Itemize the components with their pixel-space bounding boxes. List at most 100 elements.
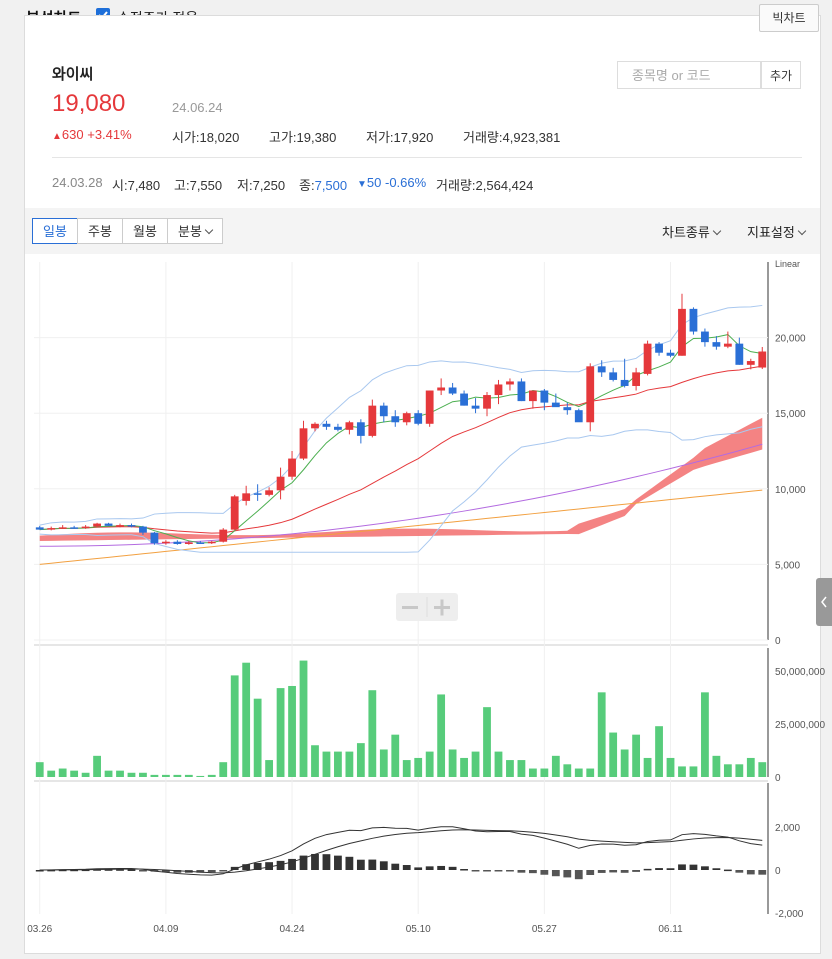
candle-body (242, 493, 251, 501)
volume-bar (35, 762, 44, 777)
zoom-out-icon[interactable] (402, 606, 418, 609)
volume-bar (104, 770, 113, 777)
candle-body (723, 343, 732, 347)
volume-bar (379, 749, 388, 777)
macd-histogram-bar (448, 866, 457, 870)
macd-histogram-bar (437, 865, 446, 870)
volume-bar (425, 751, 434, 777)
volume-bar (678, 766, 686, 777)
volume-bar (402, 760, 411, 777)
volume-bar (540, 768, 549, 777)
zoom-icons (402, 597, 450, 617)
candle-body (712, 342, 721, 347)
candle-body (551, 402, 560, 408)
macd-histogram-bar (517, 870, 526, 873)
macd-histogram-bar (655, 868, 663, 870)
candle-body (540, 390, 549, 403)
macd-histogram-bar (632, 870, 641, 872)
candle-body (139, 526, 147, 533)
volume-bar (322, 751, 331, 777)
candle-body (632, 372, 641, 386)
price-tick-label: 0 (775, 636, 781, 647)
volume-bar (483, 707, 491, 777)
price-tick-label: 10,000 (775, 485, 806, 496)
candle-body (58, 527, 67, 529)
macd-histogram-bar (334, 855, 342, 870)
volume-bar (597, 692, 606, 777)
volume-bar (288, 685, 296, 777)
candle-body (506, 381, 514, 385)
macd-histogram-bar (460, 869, 468, 871)
candle-body (597, 366, 606, 373)
candle-body (609, 372, 618, 380)
macd-histogram-bar (551, 870, 560, 877)
candle-body (219, 529, 228, 542)
candle-body (586, 366, 595, 423)
volume-bar (150, 774, 159, 777)
macd-histogram-bar (483, 870, 491, 872)
volume-bar (311, 745, 319, 777)
macd-histogram-bar (735, 870, 744, 873)
candle-body (666, 352, 675, 356)
candle-body (93, 523, 101, 527)
candle-body (299, 428, 308, 459)
price-tick-label: 5,000 (775, 560, 800, 571)
macd-histogram-bar (494, 870, 503, 872)
volume-bar (448, 749, 457, 777)
x-tick-label: 04.09 (153, 924, 178, 935)
macd-histogram-bar (597, 870, 606, 873)
volume-bar (620, 749, 629, 777)
candle-body (253, 493, 262, 495)
volume-bar (127, 772, 136, 777)
candle-body (758, 351, 767, 368)
candle-body (746, 361, 755, 365)
volume-bar (460, 757, 468, 777)
candle-body (196, 542, 205, 544)
macd-histogram-bar (723, 869, 732, 872)
stock-chart[interactable]: 03.26 04.09 04.24 05.10 05.27 06.11 20,000 15,0… (0, 0, 832, 959)
candle-body (379, 405, 388, 417)
candle-body (207, 541, 216, 544)
macd-histogram-bar (379, 861, 388, 870)
candle-body (161, 541, 170, 544)
candle-body (517, 381, 526, 402)
macd-histogram-bar (311, 853, 319, 870)
candle-body (311, 423, 319, 429)
candle-body (368, 405, 377, 436)
volume-bar (437, 694, 446, 777)
volume-bar (528, 768, 537, 777)
volume-bar (574, 768, 583, 777)
x-tick-label: 03.26 (27, 924, 52, 935)
x-tick-label: 04.24 (280, 924, 305, 935)
macd-histogram-bar (219, 870, 228, 872)
volume-bar (58, 768, 67, 777)
volume-bar (161, 774, 170, 777)
volume-bar (666, 757, 675, 777)
macd-histogram-bar (356, 859, 365, 870)
side-panel-handle[interactable] (816, 578, 832, 626)
candle-body (334, 426, 342, 430)
candle-body (173, 541, 182, 544)
macd-histogram-bar (563, 870, 572, 878)
candle-body (414, 413, 423, 424)
candle-body (230, 496, 239, 530)
volume-bar (196, 775, 205, 777)
volume-bar (494, 751, 503, 777)
volume-tick-label: 0 (775, 773, 781, 784)
plot-area (34, 262, 768, 914)
candle-body (47, 528, 56, 530)
macd-histogram-bar (139, 870, 147, 872)
volume-bar (551, 755, 560, 777)
volume-bar (735, 764, 744, 777)
candle-body (116, 525, 124, 527)
candle-body (81, 526, 90, 529)
candle-body (678, 308, 686, 356)
candle-body (402, 413, 411, 423)
volume-bar (265, 760, 274, 777)
volume-bar (655, 726, 663, 777)
volume-bar (563, 764, 572, 777)
macd-histogram-bar (712, 868, 721, 870)
volume-bar (173, 774, 182, 777)
macd-histogram-bar (207, 870, 216, 873)
macd-histogram-bar (758, 870, 767, 875)
